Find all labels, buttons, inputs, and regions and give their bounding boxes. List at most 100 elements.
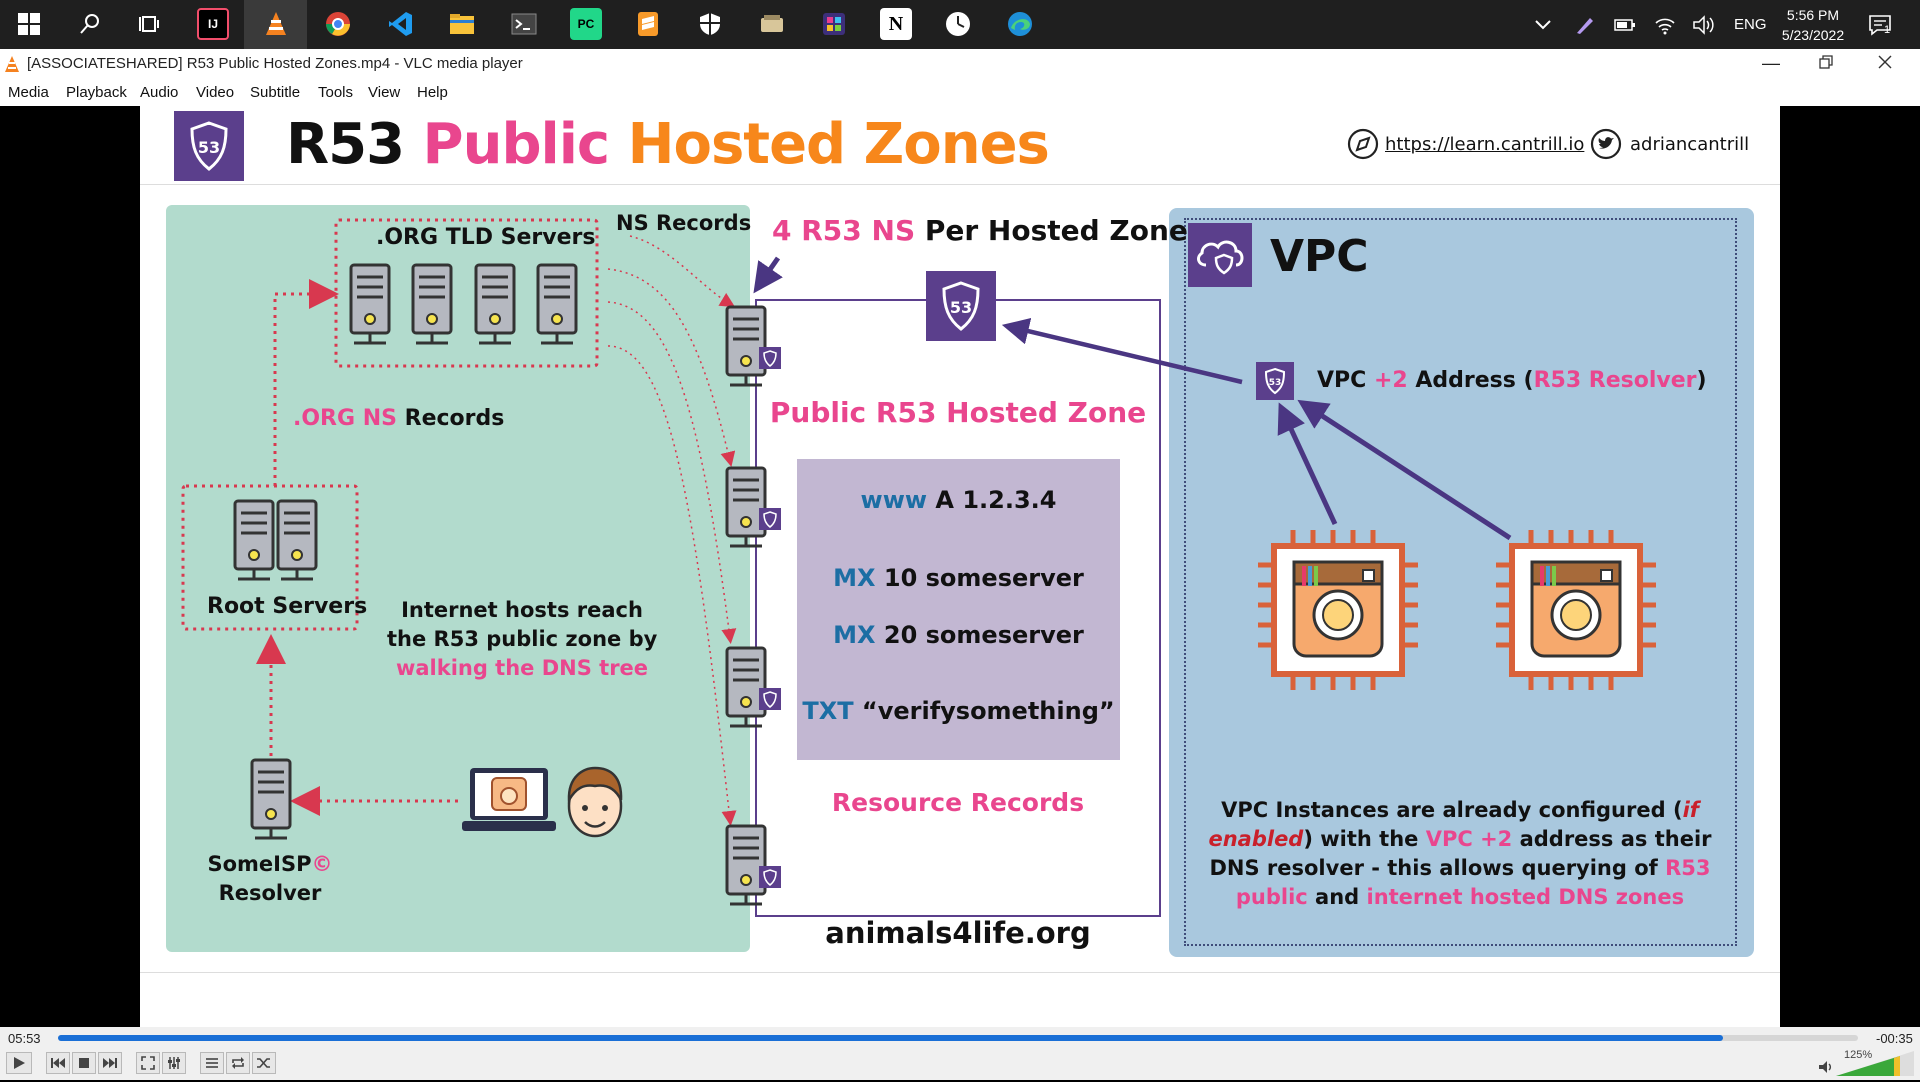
vpc-cloud-icon [1188, 223, 1252, 287]
tld-server-icon [349, 263, 391, 354]
wifi-icon[interactable] [1654, 0, 1676, 49]
menu-tools[interactable]: Tools [318, 84, 353, 101]
extended-settings-icon[interactable] [162, 1052, 186, 1074]
app-icon-2[interactable] [818, 8, 850, 40]
vpc-note-highlight: internet hosted DNS zones [1366, 885, 1685, 909]
next-icon[interactable] [98, 1052, 122, 1074]
vpc-resolver-label: VPC +2 Address (R53 Resolver) [1317, 368, 1707, 393]
org-ns-text: .ORG NS [293, 406, 397, 431]
language-indicator[interactable]: ENG [1734, 0, 1767, 49]
root-servers-label: Root Servers [207, 594, 368, 619]
internet-hosts-text: Internet hosts reach the R53 public zone… [387, 596, 657, 683]
restore-button[interactable] [1818, 54, 1834, 74]
player-controls: 05:53 -00:35 125% [0, 1027, 1920, 1080]
laptop-icon [462, 766, 556, 843]
play-button[interactable] [6, 1052, 32, 1074]
record-value: 20 someserver [875, 621, 1084, 649]
ec2-instance-icon [1496, 530, 1656, 695]
root-server-icon [276, 499, 318, 590]
clock[interactable]: 5:56 PM 5/23/2022 [1778, 0, 1848, 49]
video-area[interactable]: 53 R53 Public Hosted Zones https://learn… [0, 106, 1920, 1027]
notion-icon[interactable]: N [880, 8, 912, 40]
app-icon[interactable] [756, 8, 788, 40]
vscode-icon[interactable] [384, 8, 416, 40]
isp-resolver-server-icon [250, 758, 292, 849]
svg-text:53: 53 [1269, 378, 1282, 388]
menu-help[interactable]: Help [417, 84, 448, 101]
menu-audio[interactable]: Audio [140, 84, 178, 101]
minimize-button[interactable]: — [1762, 53, 1780, 74]
record-type: www [860, 486, 928, 514]
tld-servers-label: .ORG TLD Servers [376, 225, 596, 250]
person-icon [560, 762, 630, 849]
vpc-resolver-text: VPC [1317, 368, 1374, 393]
previous-icon[interactable] [46, 1052, 70, 1074]
task-view-icon[interactable] [134, 8, 166, 40]
ns-records-label: NS Records [616, 211, 752, 235]
clock-app-icon[interactable] [942, 8, 974, 40]
r53-name-server-icon [725, 646, 783, 741]
speaker-icon[interactable] [1818, 1060, 1834, 1079]
isp-name: SomeISP [207, 852, 312, 876]
vpc-note-emphasis: if [1682, 798, 1699, 822]
isp-resolver-word: Resolver [218, 881, 322, 905]
tld-server-icon [536, 263, 578, 354]
vpc-note-emphasis: enabled [1208, 827, 1304, 851]
shuffle-icon[interactable] [252, 1052, 276, 1074]
public-hosted-zone-label: Public R53 Hosted Zone [769, 396, 1147, 429]
stop-icon[interactable] [72, 1052, 96, 1074]
vpc-resolver-text: ) [1696, 368, 1707, 393]
record-row: TXT “verifysomething” [797, 697, 1120, 725]
menu-playback[interactable]: Playback [66, 84, 127, 101]
vpc-plus-two: +2 [1373, 368, 1408, 393]
isp-mark: © [311, 852, 333, 876]
chrome-icon[interactable] [322, 8, 354, 40]
record-value: A 1.2.3.4 [927, 486, 1057, 514]
close-button[interactable] [1877, 54, 1893, 74]
battery-icon[interactable] [1614, 0, 1636, 49]
record-type: TXT [802, 697, 854, 725]
root-server-icon [233, 499, 275, 590]
records-text: Records [396, 406, 505, 431]
slide: 53 R53 Public Hosted Zones https://learn… [140, 106, 1780, 1027]
menu-media[interactable]: Media [8, 84, 49, 101]
remaining-time[interactable]: -00:35 [1876, 1031, 1913, 1046]
playlist-icon[interactable] [200, 1052, 224, 1074]
window-title-bar: [ASSOCIATESHARED] R53 Public Hosted Zone… [0, 49, 1920, 80]
vpc-note-highlight: public [1235, 885, 1308, 909]
vpc-resolver-text: Address ( [1407, 368, 1534, 393]
record-value: 10 someserver [875, 564, 1084, 592]
show-hidden-icons-chevron-icon[interactable] [1534, 0, 1552, 49]
menu-video[interactable]: Video [196, 84, 234, 101]
pycharm-icon[interactable]: PC [570, 8, 602, 40]
loop-icon[interactable] [226, 1052, 250, 1074]
search-icon[interactable] [74, 8, 106, 40]
vpc-note-text: DNS resolver - this allows querying of [1209, 856, 1666, 880]
volume-slider[interactable]: 125% [1836, 1049, 1914, 1077]
vlc-small-icon [4, 55, 20, 77]
windows-start-icon[interactable] [13, 8, 45, 40]
tld-server-icon [411, 263, 453, 354]
notification-count: 1 [1884, 24, 1891, 36]
elapsed-time: 05:53 [8, 1031, 41, 1046]
vpc-note: VPC Instances are already configured (if… [1200, 796, 1720, 912]
sublime-text-icon[interactable] [632, 8, 664, 40]
tld-server-icon [474, 263, 516, 354]
intellij-icon[interactable]: IJ [197, 8, 229, 40]
r53-zone-badge-icon: 53 [926, 271, 996, 341]
vlc-icon[interactable] [260, 8, 292, 40]
volume-icon[interactable] [1692, 0, 1714, 49]
menu-view[interactable]: View [368, 84, 400, 101]
ec2-instance-icon [1258, 530, 1418, 695]
pen-icon[interactable] [1574, 0, 1596, 49]
seek-bar[interactable] [58, 1035, 1858, 1041]
per-hosted-zone-label: 4 R53 NS Per Hosted Zone [772, 214, 1188, 247]
volume-level: 125% [1844, 1049, 1873, 1061]
notification-center-icon[interactable]: 1 [1868, 0, 1892, 49]
terminal-icon[interactable] [508, 8, 540, 40]
fullscreen-icon[interactable] [136, 1052, 160, 1074]
shield-app-icon[interactable] [694, 8, 726, 40]
file-explorer-icon[interactable] [446, 8, 478, 40]
edge-icon[interactable] [1004, 8, 1036, 40]
menu-subtitle[interactable]: Subtitle [250, 84, 300, 101]
